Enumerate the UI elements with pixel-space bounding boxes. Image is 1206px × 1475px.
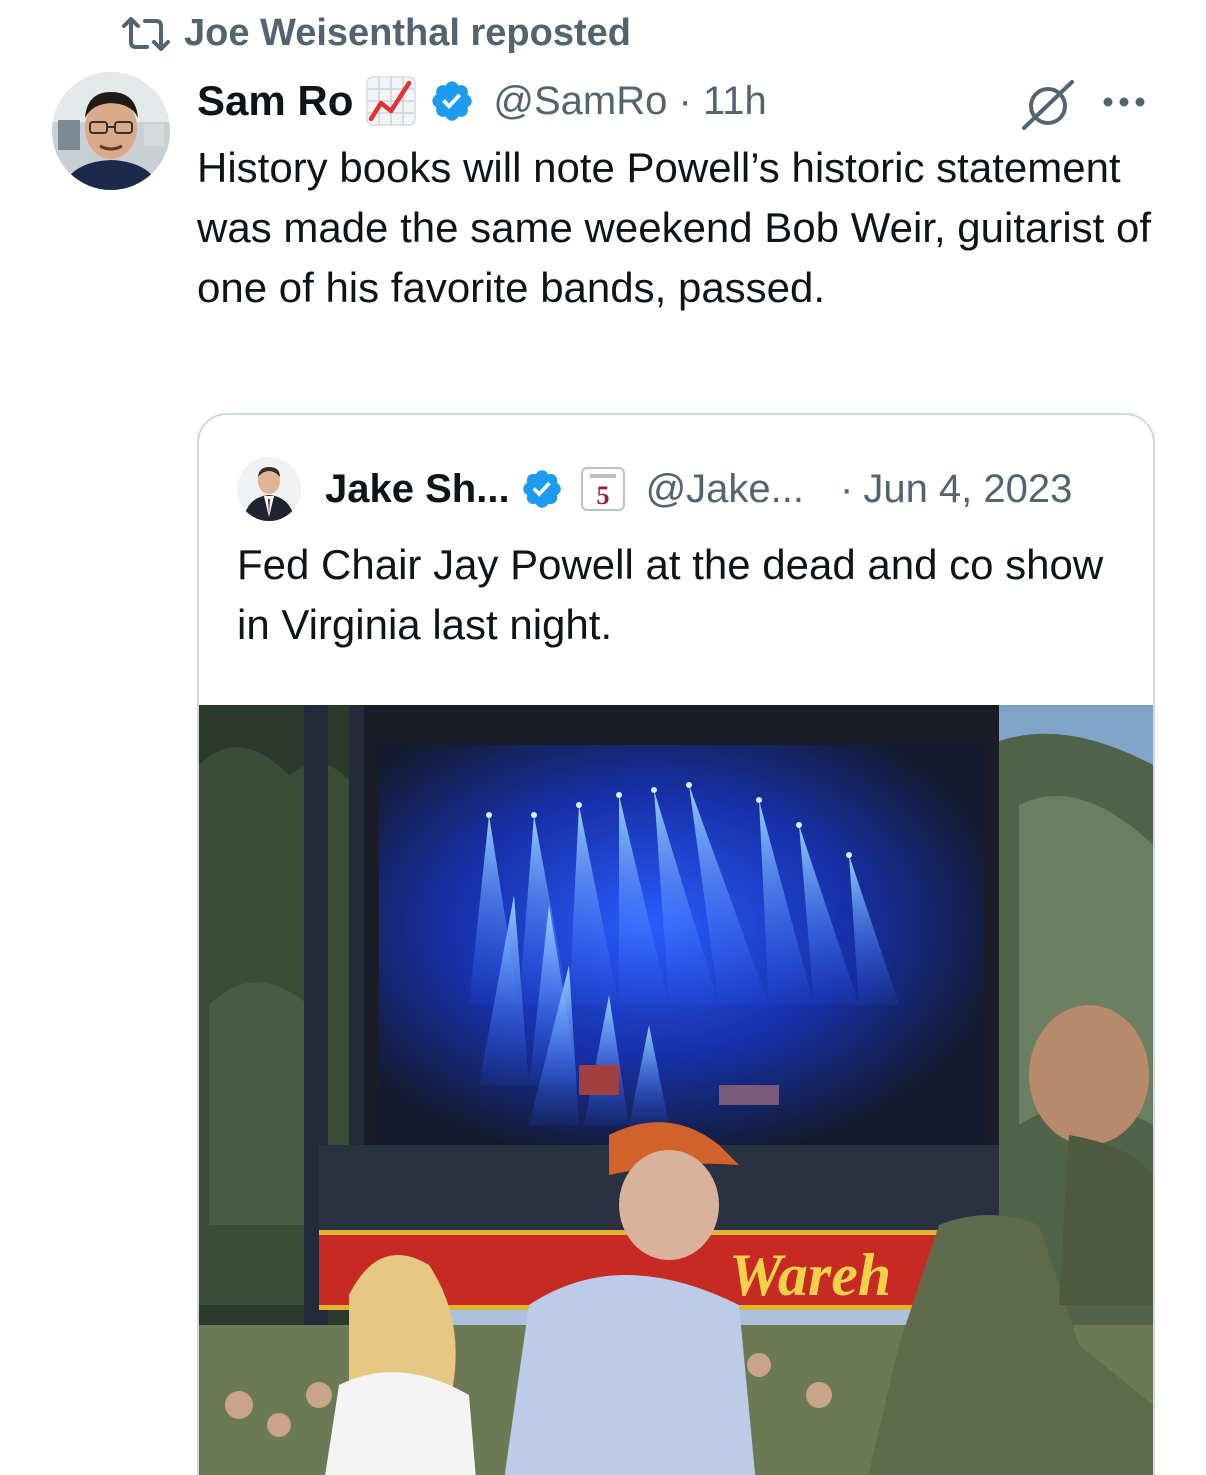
quoted-verified-badge-icon[interactable] — [520, 467, 564, 511]
quoted-tweet[interactable]: Jake Sh... 5 @Jake... · Jun 4, 2023 Fed … — [197, 413, 1155, 1475]
tweet-text: History books will note Powell’s histori… — [197, 144, 1163, 311]
repost-indicator[interactable]: Joe Weisenthal reposted — [120, 12, 631, 55]
quoted-author-name[interactable]: Jake Sh... — [325, 467, 510, 512]
chart-increasing-emoji-icon — [365, 75, 417, 127]
photo-banner-text: Wareh — [729, 1242, 891, 1308]
affiliate-badge-number: 5 — [596, 481, 609, 510]
tweet-time[interactable]: 11h — [703, 79, 767, 123]
grok-icon[interactable] — [1018, 76, 1078, 132]
tweet-page: Joe Weisenthal reposted Sam Ro @SamRo · … — [0, 0, 1206, 1475]
quoted-author-handle[interactable]: @Jake... — [646, 467, 804, 512]
quoted-tweet-date[interactable]: Jun 4, 2023 — [863, 467, 1072, 512]
repost-label: Joe Weisenthal reposted — [184, 12, 631, 54]
concert-photo[interactable]: Wareh — [199, 705, 1153, 1475]
quoted-author-avatar[interactable] — [237, 457, 301, 521]
quoted-dot-separator: · — [840, 466, 854, 511]
verified-badge-icon[interactable] — [429, 78, 475, 124]
repost-icon — [120, 14, 172, 54]
author-avatar[interactable] — [52, 72, 170, 190]
dot-separator: · — [678, 78, 692, 123]
tweet-header: Sam Ro @SamRo · 11h — [197, 70, 767, 132]
author-name[interactable]: Sam Ro — [197, 77, 353, 125]
author-handle-and-time[interactable]: @SamRo · 11h — [493, 79, 766, 124]
author-handle[interactable]: @SamRo — [493, 79, 667, 123]
more-options-icon[interactable] — [1098, 90, 1150, 114]
affiliate-badge-icon[interactable]: 5 — [580, 466, 626, 512]
quoted-tweet-text: Fed Chair Jay Powell at the dead and co … — [237, 541, 1104, 648]
quoted-tweet-header: Jake Sh... 5 @Jake... · Jun 4, 2023 — [237, 457, 1072, 521]
